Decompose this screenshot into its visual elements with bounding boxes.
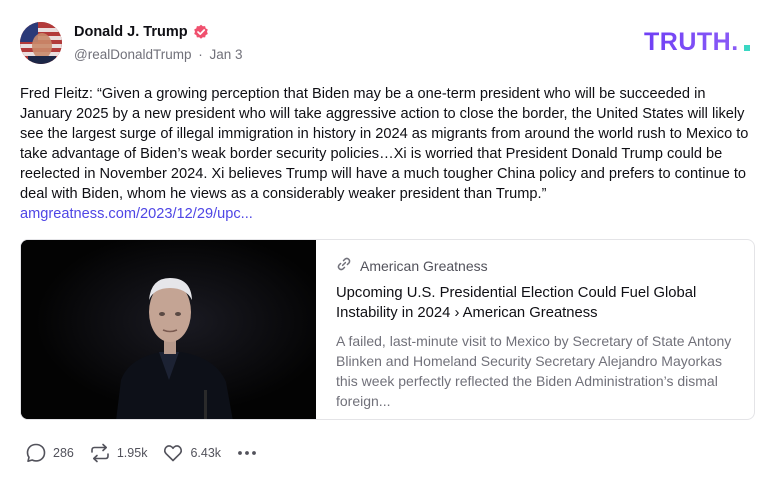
- truth-logo-graphic: TRUTH.: [644, 28, 750, 56]
- more-options-button[interactable]: [236, 442, 258, 464]
- heart-icon: [164, 445, 183, 462]
- author-handle-row: @realDonaldTrump · Jan 3: [74, 47, 243, 62]
- retruth-count: 1.95k: [116, 446, 148, 460]
- link-source: American Greatness: [360, 257, 488, 274]
- reply-count: 286: [53, 446, 74, 460]
- author-name-row: Donald J. Trump: [74, 24, 209, 40]
- verified-badge-icon: [193, 24, 209, 40]
- avatar[interactable]: [20, 22, 62, 64]
- link-icon: [336, 256, 352, 275]
- post-body: Fred Fleitz: “Given a growing perception…: [20, 84, 760, 224]
- truth-social-logo[interactable]: TRUTH.: [644, 28, 756, 58]
- post-text: Fred Fleitz: “Given a growing perception…: [20, 86, 749, 202]
- link-description: A failed, last-minute visit to Mexico by…: [336, 333, 732, 409]
- retruth-button[interactable]: 1.95k: [89, 442, 148, 464]
- retruth-icon: [91, 443, 109, 463]
- link-preview-image[interactable]: [21, 240, 316, 419]
- link-title[interactable]: Upcoming U.S. Presidential Election Coul…: [336, 283, 741, 323]
- truth-post: Donald J. Trump @realDonaldTrump · Jan 3…: [0, 0, 777, 483]
- avatar-image: [20, 22, 62, 64]
- truth-logo-dot: [744, 45, 750, 51]
- reply-icon: [26, 443, 46, 462]
- post-actions: 286 1.95k 6.43k: [25, 442, 273, 464]
- author-display-name[interactable]: Donald J. Trump: [74, 24, 188, 40]
- link-source-row: American Greatness: [336, 256, 741, 275]
- link-preview-meta: American Greatness Upcoming U.S. Preside…: [336, 256, 741, 411]
- post-link[interactable]: amgreatness.com/2023/12/29/upc...: [20, 206, 253, 222]
- like-count: 6.43k: [190, 446, 222, 460]
- post-date[interactable]: Jan 3: [210, 47, 243, 62]
- more-icon: [238, 451, 256, 455]
- like-button[interactable]: 6.43k: [162, 442, 221, 464]
- meta-separator: ·: [198, 47, 203, 62]
- reply-button[interactable]: 286: [25, 442, 74, 464]
- truth-logo-text: TRUTH.: [644, 29, 739, 53]
- link-preview-card[interactable]: American Greatness Upcoming U.S. Preside…: [20, 239, 755, 420]
- author-handle[interactable]: @realDonaldTrump: [74, 47, 192, 62]
